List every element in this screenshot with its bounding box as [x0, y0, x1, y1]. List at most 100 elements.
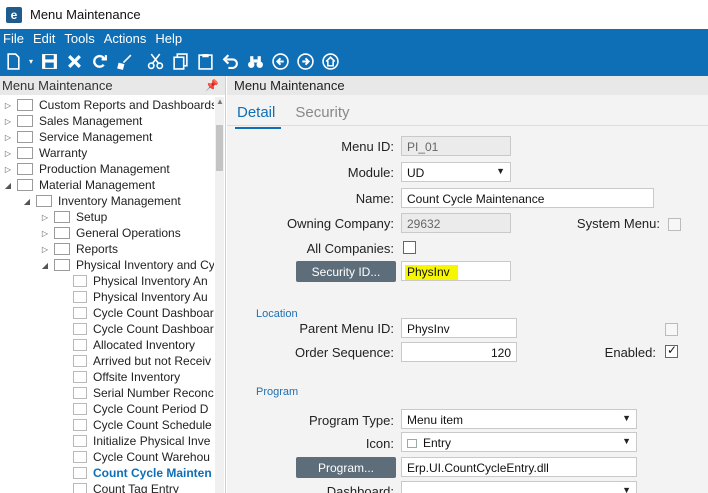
order-sequence-label: Order Sequence: [294, 345, 394, 360]
tree-item[interactable]: Initialize Physical Inve [59, 433, 210, 449]
tree-item[interactable]: Cycle Count Period D [59, 401, 208, 417]
back-icon[interactable] [269, 51, 291, 73]
menu-file[interactable]: File [3, 31, 24, 46]
chevron-down-icon[interactable]: ▼ [622, 485, 631, 493]
tree-item[interactable]: Serial Number Reconc [59, 385, 214, 401]
menu-tools[interactable]: Tools [64, 31, 94, 46]
collapse-arrow-icon[interactable]: ◢ [40, 261, 50, 270]
tree-item[interactable]: Physical Inventory Au [59, 289, 208, 305]
menu-actions[interactable]: Actions [104, 31, 147, 46]
module-select[interactable]: UD ▼ [401, 162, 511, 182]
tree-item[interactable]: Allocated Inventory [59, 337, 195, 353]
tree-scrollbar[interactable]: ▲ [215, 97, 224, 493]
tree-item[interactable]: Count Tag Entry [59, 481, 179, 493]
tree-item[interactable]: ▷ Custom Reports and Dashboards [3, 97, 214, 113]
location-section-title: Location [256, 308, 298, 320]
tab-divider [227, 125, 708, 126]
tree-item[interactable]: ◢ Material Management [3, 177, 155, 193]
document-icon [73, 435, 87, 447]
parent-menu-field[interactable]: PhysInv [401, 318, 517, 338]
tree-item[interactable]: Cycle Count Dashboar [59, 321, 214, 337]
tree-item[interactable]: Offsite Inventory [59, 369, 180, 385]
tree-item[interactable]: ▷ Sales Management [3, 113, 142, 129]
collapse-arrow-icon[interactable]: ◢ [22, 197, 32, 206]
new-icon[interactable] [2, 51, 24, 73]
tree-item[interactable]: ▷ Service Management [3, 129, 152, 145]
expand-arrow-icon[interactable]: ▷ [3, 117, 13, 126]
tree-item[interactable]: ◢ Inventory Management [22, 193, 181, 209]
tree-item[interactable]: ▷ General Operations [40, 225, 181, 241]
expand-arrow-icon[interactable]: ▷ [3, 101, 13, 110]
tree-item[interactable]: ◢ Physical Inventory and Cy [40, 257, 214, 273]
document-icon [73, 387, 87, 399]
save-icon[interactable] [38, 51, 60, 73]
document-icon [73, 307, 87, 319]
tree-item[interactable]: Physical Inventory An [59, 273, 208, 289]
tree-item[interactable]: Cycle Count Warehou [59, 449, 210, 465]
expand-arrow-icon[interactable]: ▷ [3, 133, 13, 142]
expand-arrow-icon[interactable]: ▷ [40, 229, 50, 238]
folder-icon [17, 99, 33, 111]
collapse-arrow-icon[interactable]: ◢ [3, 181, 13, 190]
program-type-label: Program Type: [308, 413, 394, 428]
menu-bar: File Edit Tools Actions Help [0, 29, 708, 47]
name-field[interactable]: Count Cycle Maintenance [401, 188, 654, 208]
delete-icon[interactable] [63, 51, 85, 73]
expand-arrow-icon[interactable]: ▷ [40, 213, 50, 222]
binoculars-search-icon[interactable] [244, 51, 266, 73]
entry-icon [407, 439, 417, 449]
menu-help[interactable]: Help [155, 31, 182, 46]
expand-arrow-icon[interactable]: ▷ [3, 149, 13, 158]
icon-select[interactable]: Entry ▼ [401, 432, 637, 452]
security-id-button[interactable]: Security ID... [296, 261, 396, 282]
dropdown-arrow-icon[interactable]: ▾ [27, 51, 35, 73]
chevron-down-icon[interactable]: ▼ [496, 166, 505, 176]
tree-item-label: Reports [76, 242, 119, 256]
tree-item-label: Warranty [39, 146, 88, 160]
tree-item[interactable]: Arrived but not Receiv [59, 353, 211, 369]
security-id-field[interactable]: PhysInv [401, 261, 511, 281]
tree-item[interactable]: ▷ Warranty [3, 145, 87, 161]
system-menu-checkbox[interactable] [668, 218, 681, 231]
tree-item[interactable]: Count Cycle Mainten [59, 465, 212, 481]
document-icon [73, 323, 87, 335]
tree-item[interactable]: ▷ Production Management [3, 161, 170, 177]
tree-item[interactable]: ▷ Reports [40, 241, 118, 257]
location-checkbox[interactable] [665, 323, 678, 336]
menu-tree: ▷ Custom Reports and Dashboards ▷ Sales Man… [0, 97, 214, 493]
scroll-thumb[interactable] [216, 125, 223, 171]
tree-item-label: Cycle Count Dashboar [93, 322, 214, 336]
all-companies-checkbox[interactable] [403, 241, 416, 254]
owning-company-field[interactable]: 29632 [401, 213, 511, 233]
tree-item[interactable]: ▷ Setup [40, 209, 107, 225]
tree-panel-header: Menu Maintenance 📌 [0, 76, 225, 95]
dashboard-select[interactable]: ▼ [401, 481, 637, 493]
expand-arrow-icon[interactable]: ▷ [40, 245, 50, 254]
toolbar: ▾ [0, 47, 708, 76]
paste-icon[interactable] [194, 51, 216, 73]
title-bar: e Menu Maintenance [0, 0, 708, 29]
clear-icon[interactable] [113, 51, 135, 73]
document-icon [73, 403, 87, 415]
tree-item[interactable]: Cycle Count Schedule [59, 417, 212, 433]
cut-icon[interactable] [144, 51, 166, 73]
chevron-down-icon[interactable]: ▼ [622, 436, 631, 446]
copy-icon[interactable] [169, 51, 191, 73]
folder-icon [17, 179, 33, 191]
home-icon[interactable] [319, 51, 341, 73]
menu-id-field[interactable]: PI_01 [401, 136, 511, 156]
refresh-icon[interactable] [88, 51, 110, 73]
expand-arrow-icon[interactable]: ▷ [3, 165, 13, 174]
forward-icon[interactable] [294, 51, 316, 73]
order-sequence-field[interactable]: 120 [401, 342, 517, 362]
program-field[interactable]: Erp.UI.CountCycleEntry.dll [401, 457, 637, 477]
scroll-up-icon[interactable]: ▲ [216, 97, 224, 106]
program-button[interactable]: Program... [296, 457, 396, 478]
menu-edit[interactable]: Edit [33, 31, 55, 46]
chevron-down-icon[interactable]: ▼ [622, 413, 631, 423]
program-type-select[interactable]: Menu item ▼ [401, 409, 637, 429]
enabled-checkbox[interactable] [665, 343, 678, 358]
pin-icon[interactable]: 📌 [205, 79, 219, 92]
tree-item[interactable]: Cycle Count Dashboar [59, 305, 214, 321]
undo-icon[interactable] [219, 51, 241, 73]
